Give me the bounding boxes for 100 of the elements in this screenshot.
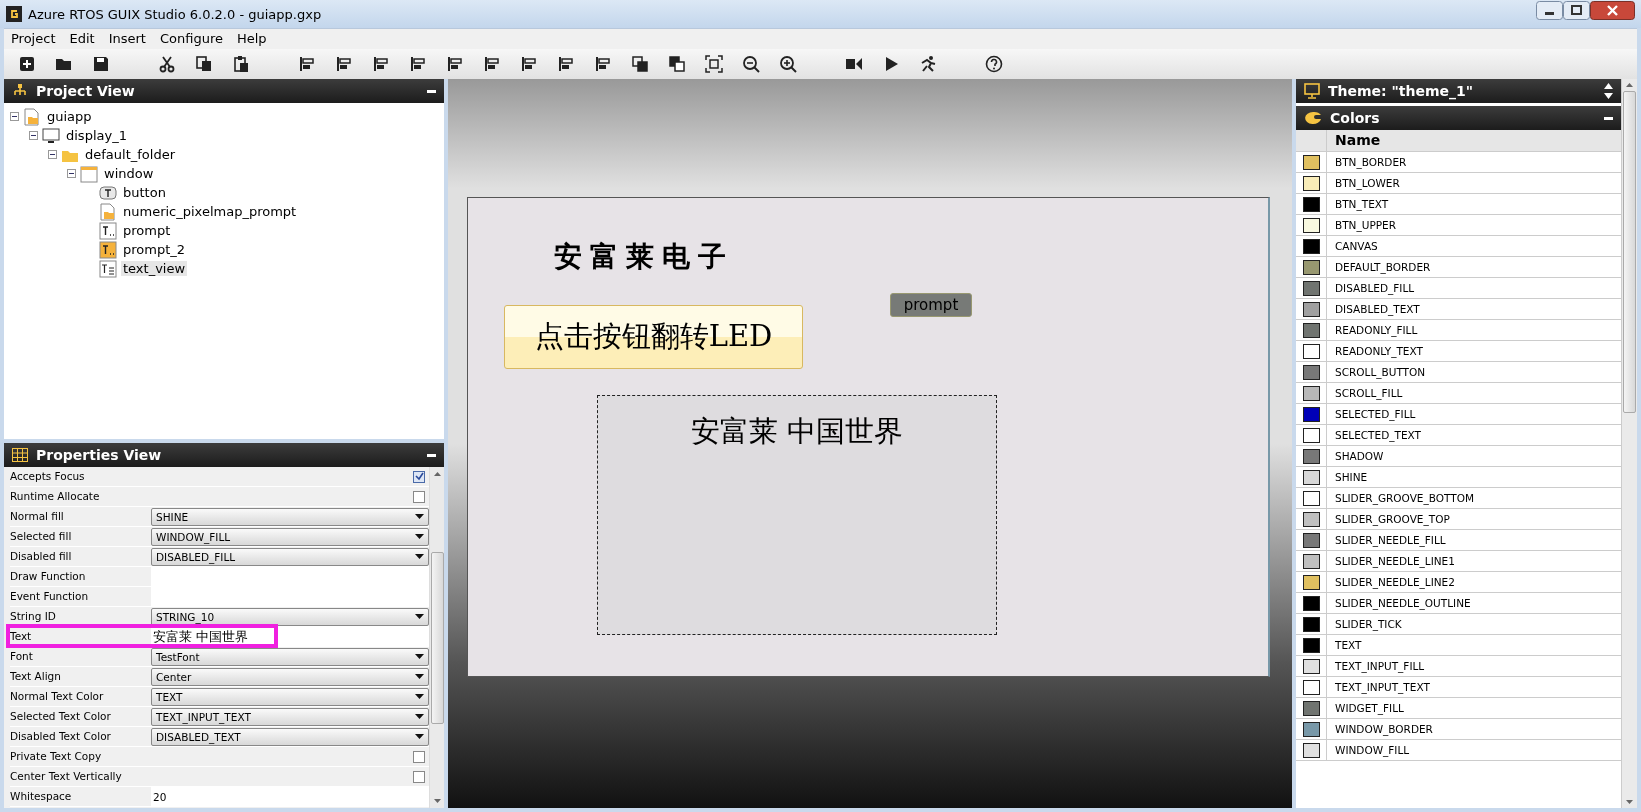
- panel-title: Colors: [1330, 110, 1381, 126]
- color-name[interactable]: DISABLED_TEXT: [1327, 303, 1420, 315]
- prompt-label[interactable]: prompt: [890, 293, 972, 317]
- menu-item[interactable]: Configure: [152, 29, 230, 49]
- tree-item[interactable]: prompt_2: [121, 242, 188, 257]
- zoom-out-icon[interactable]: [742, 55, 760, 73]
- align-icon[interactable]: [557, 55, 575, 73]
- tree-item[interactable]: guiapp: [45, 109, 94, 124]
- align-icon[interactable]: [298, 55, 316, 73]
- color-name[interactable]: WINDOW_FILL: [1327, 744, 1410, 756]
- running-figure-icon[interactable]: [919, 55, 937, 73]
- color-name[interactable]: SHINE: [1327, 471, 1368, 483]
- tree-item[interactable]: default_folder: [83, 147, 177, 162]
- led-toggle-button[interactable]: 点击按钮翻转LED: [504, 305, 803, 369]
- fit-screen-icon[interactable]: [705, 55, 723, 73]
- copy-icon[interactable]: [195, 55, 213, 73]
- maximize-icon[interactable]: [1563, 0, 1590, 20]
- collapse-toggle[interactable]: [67, 169, 76, 178]
- color-name[interactable]: SLIDER_NEEDLE_LINE1: [1327, 555, 1455, 567]
- align-icon[interactable]: [335, 55, 353, 73]
- color-name[interactable]: SLIDER_TICK: [1327, 618, 1402, 630]
- send-back-icon[interactable]: [668, 55, 686, 73]
- color-name[interactable]: SLIDER_GROOVE_TOP: [1327, 513, 1450, 525]
- minimize-icon[interactable]: [1604, 116, 1613, 120]
- close-icon[interactable]: [1590, 0, 1635, 20]
- minimize-icon[interactable]: [1536, 0, 1563, 20]
- property-field[interactable]: [151, 587, 429, 606]
- align-icon[interactable]: [483, 55, 501, 73]
- property-dropdown[interactable]: DISABLED_FILL: [151, 547, 429, 566]
- scrollbar[interactable]: [429, 467, 444, 808]
- clipboard-icon[interactable]: [232, 55, 250, 73]
- minimize-icon[interactable]: [427, 89, 436, 93]
- property-field[interactable]: 20: [151, 787, 429, 806]
- color-name[interactable]: DISABLED_FILL: [1327, 282, 1415, 294]
- color-name[interactable]: SELECTED_TEXT: [1327, 429, 1421, 441]
- color-name[interactable]: SLIDER_NEEDLE_OUTLINE: [1327, 597, 1471, 609]
- menu-item[interactable]: Insert: [101, 29, 153, 49]
- menu-item[interactable]: Project: [4, 29, 63, 49]
- property-dropdown[interactable]: STRING_10: [151, 607, 429, 626]
- property-dropdown[interactable]: TEXT: [151, 687, 429, 706]
- plus-icon[interactable]: [18, 55, 36, 73]
- align-icon[interactable]: [594, 55, 612, 73]
- bring-front-icon[interactable]: [631, 55, 649, 73]
- color-name[interactable]: READONLY_TEXT: [1327, 345, 1423, 357]
- tree-item[interactable]: text_view: [121, 261, 188, 276]
- checkbox[interactable]: [413, 470, 425, 483]
- checkbox[interactable]: [413, 750, 425, 763]
- column-header[interactable]: Name: [1327, 130, 1381, 151]
- color-name[interactable]: BTN_LOWER: [1327, 177, 1400, 189]
- minimize-icon[interactable]: [427, 453, 436, 457]
- color-name[interactable]: DEFAULT_BORDER: [1327, 261, 1431, 273]
- property-dropdown[interactable]: TEXT_INPUT_TEXT: [151, 707, 429, 726]
- color-name[interactable]: CANVAS: [1327, 240, 1378, 252]
- spin-arrows-icon[interactable]: [1604, 83, 1613, 99]
- color-name[interactable]: WINDOW_BORDER: [1327, 723, 1433, 735]
- tree-item[interactable]: button: [121, 185, 168, 200]
- tree-item[interactable]: window: [102, 166, 156, 181]
- color-name[interactable]: BTN_BORDER: [1327, 156, 1407, 168]
- property-dropdown[interactable]: TestFont: [151, 647, 429, 666]
- checkbox[interactable]: [413, 770, 425, 783]
- help-icon[interactable]: [985, 55, 1003, 73]
- scissors-icon[interactable]: [158, 55, 176, 73]
- tree-item[interactable]: numeric_pixelmap_prompt: [121, 204, 299, 219]
- property-field[interactable]: [151, 567, 429, 586]
- color-name[interactable]: SHADOW: [1327, 450, 1384, 462]
- menu-item[interactable]: Edit: [62, 29, 102, 49]
- checkbox[interactable]: [413, 490, 425, 503]
- color-name[interactable]: BTN_UPPER: [1327, 219, 1396, 231]
- tree-item[interactable]: display_1: [64, 128, 129, 143]
- color-name[interactable]: TEXT: [1327, 639, 1362, 651]
- color-name[interactable]: SELECTED_FILL: [1327, 408, 1416, 420]
- align-icon[interactable]: [372, 55, 390, 73]
- color-name[interactable]: SCROLL_FILL: [1327, 387, 1403, 399]
- scrollbar[interactable]: [1621, 79, 1637, 808]
- color-name[interactable]: SLIDER_NEEDLE_FILL: [1327, 534, 1446, 546]
- design-window[interactable]: 安富莱电子 点击按钮翻转LED prompt 安富莱 中国世界: [467, 197, 1270, 677]
- collapse-toggle[interactable]: [48, 150, 57, 159]
- title-text[interactable]: 安富莱电子: [554, 238, 734, 276]
- menu-item[interactable]: Help: [230, 29, 274, 49]
- app-logo-icon: [6, 6, 22, 22]
- collapse-toggle[interactable]: [10, 112, 19, 121]
- color-name[interactable]: TEXT_INPUT_TEXT: [1327, 681, 1430, 693]
- color-name[interactable]: SLIDER_GROOVE_BOTTOM: [1327, 492, 1474, 504]
- zoom-in-icon[interactable]: [779, 55, 797, 73]
- property-dropdown[interactable]: SHINE: [151, 507, 429, 526]
- color-name[interactable]: TEXT_INPUT_FILL: [1327, 660, 1425, 672]
- color-name[interactable]: SLIDER_NEEDLE_LINE2: [1327, 576, 1455, 588]
- align-icon[interactable]: [409, 55, 427, 73]
- property-dropdown[interactable]: WINDOW_FILL: [151, 527, 429, 546]
- color-name[interactable]: SCROLL_BUTTON: [1327, 366, 1426, 378]
- collapse-toggle[interactable]: [29, 131, 38, 140]
- property-dropdown[interactable]: DISABLED_TEXT: [151, 727, 429, 746]
- align-icon[interactable]: [520, 55, 538, 73]
- color-name[interactable]: BTN_TEXT: [1327, 198, 1389, 210]
- tree-item[interactable]: prompt: [121, 223, 173, 238]
- color-name[interactable]: READONLY_FILL: [1327, 324, 1418, 336]
- property-dropdown[interactable]: Center: [151, 667, 429, 686]
- color-name[interactable]: WIDGET_FILL: [1327, 702, 1404, 714]
- align-icon[interactable]: [446, 55, 464, 73]
- text-view[interactable]: 安富莱 中国世界: [597, 395, 997, 635]
